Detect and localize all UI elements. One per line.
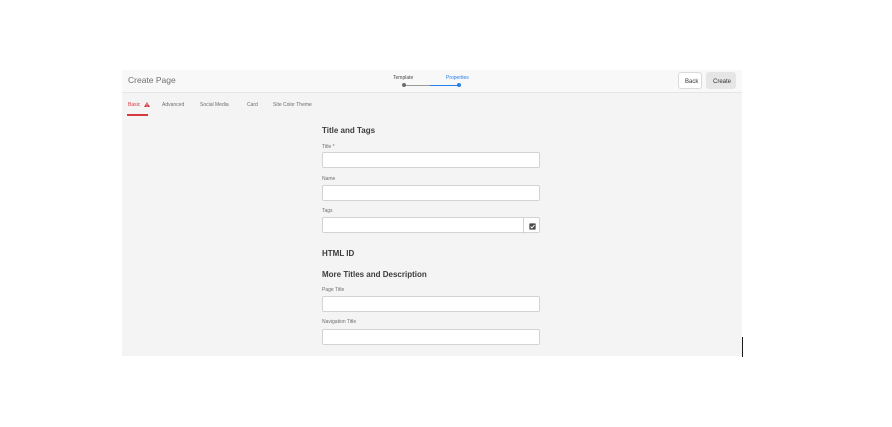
tab-basic[interactable]: Basic (128, 102, 150, 108)
wizard-step-properties[interactable]: Properties (446, 75, 469, 81)
page-title: Create Page (128, 75, 176, 85)
page-title-label: Page Title (322, 287, 345, 293)
active-tab-indicator (127, 114, 148, 116)
back-button[interactable]: Back (678, 72, 702, 89)
tab-card[interactable]: Card (247, 102, 258, 108)
alert-triangle-icon (143, 102, 150, 107)
create-button[interactable]: Create (706, 72, 736, 89)
wizard-step-properties-dot (457, 83, 461, 87)
checkbox-picker-icon (529, 222, 536, 230)
navigation-title-field[interactable] (322, 329, 540, 345)
tags-field[interactable] (322, 217, 541, 234)
wizard-step-template-dot (402, 83, 406, 87)
tags-label: Tags (322, 208, 333, 214)
tab-social-media[interactable]: Social Media (200, 102, 229, 108)
header-bar: Create Page Template Properties Back Cre… (122, 70, 742, 93)
wizard-step-template[interactable]: Template (393, 75, 413, 81)
tab-advanced[interactable]: Advanced (162, 102, 184, 108)
text-cursor (742, 337, 743, 357)
create-page-dialog: Create Page Template Properties Back Cre… (122, 70, 742, 356)
section-title-and-tags: Title and Tags (322, 126, 376, 135)
wizard-steps: Template Properties (390, 73, 474, 91)
page-title-field[interactable] (322, 296, 540, 312)
section-more-titles: More Titles and Description (322, 270, 427, 279)
title-field[interactable] (322, 152, 540, 168)
name-label: Name (322, 176, 336, 182)
title-label: Title * (322, 144, 335, 150)
name-field[interactable] (322, 185, 540, 201)
navigation-title-label: Navigation Title (322, 319, 357, 325)
wizard-progress-line-active (430, 85, 459, 86)
tags-picker-button[interactable] (523, 218, 541, 234)
tab-site-color-theme[interactable]: Site Color Theme (273, 102, 312, 108)
tab-basic-label: Basic (128, 102, 141, 108)
tab-bar: Basic Advanced Social Media Card Site Co… (122, 98, 742, 118)
section-html-id[interactable]: HTML ID (322, 249, 354, 258)
